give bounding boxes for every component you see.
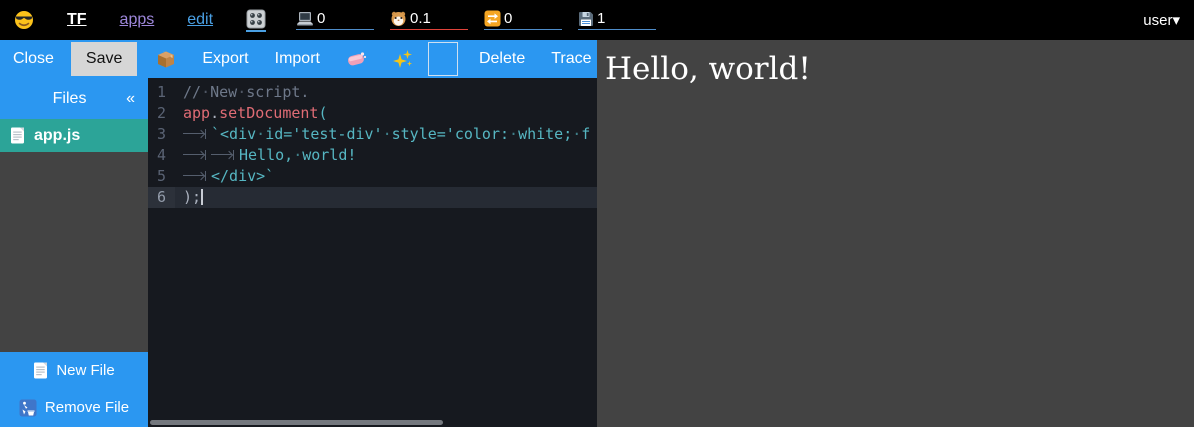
import-button[interactable]: Import <box>275 50 320 68</box>
loop-stat-field[interactable]: 0 <box>484 10 562 30</box>
game-die-icon[interactable] <box>246 9 266 32</box>
collapse-sidebar-button[interactable]: « <box>126 90 135 108</box>
trace-button[interactable]: Trace <box>551 50 591 68</box>
nav-link-apps[interactable]: apps <box>120 11 155 29</box>
tab-arrow-icon <box>183 126 207 139</box>
top-bar-left: TF apps edit <box>14 9 266 32</box>
empty-toolbar-button[interactable] <box>428 42 458 76</box>
new-file-label: New File <box>56 362 114 379</box>
line-number: 6 <box>148 187 175 208</box>
files-sidebar: Files « app.js <box>0 78 148 427</box>
delete-button[interactable]: Delete <box>479 50 525 68</box>
remove-file-label: Remove File <box>45 399 129 416</box>
soap-icon[interactable] <box>346 50 367 68</box>
code-lines: 1//·New·script.2app.setDocument(3`<div·i… <box>148 82 597 208</box>
cpu-stat-value: 0 <box>317 10 325 27</box>
code-line[interactable]: 3`<div·id='test-div'·style='color:·white… <box>148 124 597 145</box>
code-line[interactable]: 2app.setDocument( <box>148 103 597 124</box>
code-text: //·New·script. <box>175 82 309 103</box>
code-line[interactable]: 4Hello,·world! <box>148 145 597 166</box>
top-bar: TF apps edit 0 <box>0 0 1194 40</box>
files-header: Files « <box>0 78 148 119</box>
litter-bin-icon <box>19 399 37 417</box>
remove-file-button[interactable]: Remove File <box>0 389 148 426</box>
line-number: 3 <box>148 124 175 145</box>
line-number: 1 <box>148 82 175 103</box>
export-button[interactable]: Export <box>202 50 248 68</box>
code-text: Hello,·world! <box>175 145 356 166</box>
code-editor[interactable]: 1//·New·script.2app.setDocument(3`<div·i… <box>148 78 597 427</box>
nav-link-tf[interactable]: TF <box>67 11 87 29</box>
storage-stat-value: 1 <box>597 10 605 27</box>
code-line[interactable]: 5</div>` <box>148 166 597 187</box>
nav-link-edit[interactable]: edit <box>187 11 213 29</box>
top-bar-stats: 0 0.1 0 <box>296 10 656 30</box>
user-menu[interactable]: user▾ <box>1143 11 1180 29</box>
line-number: 2 <box>148 103 175 124</box>
save-button[interactable]: Save <box>71 42 137 76</box>
file-item-appjs[interactable]: app.js <box>0 119 148 152</box>
tab-arrow-icon <box>183 147 207 160</box>
line-number: 4 <box>148 145 175 166</box>
repeat-icon <box>484 10 501 27</box>
tab-arrow-icon <box>211 147 235 160</box>
hamster-icon <box>390 10 407 27</box>
new-file-button[interactable]: New File <box>0 352 148 389</box>
memory-stat-value: 0.1 <box>410 10 431 27</box>
line-number: 5 <box>148 166 175 187</box>
editor-toolbar: Close Save Export Import Delete Trace <box>0 40 597 78</box>
sunglasses-face-icon[interactable] <box>14 10 34 30</box>
new-file-page-icon <box>33 362 48 379</box>
code-text: `<div·id='test-div'·style='color:·white;… <box>175 124 590 145</box>
files-title: Files <box>13 90 126 108</box>
code-line[interactable]: 1//·New·script. <box>148 82 597 103</box>
preview-pane: Hello, world! <box>597 40 1194 427</box>
cpu-stat-field[interactable]: 0 <box>296 10 374 30</box>
sidebar-actions: New File Remove File <box>0 352 148 427</box>
document-page-icon <box>10 127 25 144</box>
code-text: ); <box>175 187 203 208</box>
code-line[interactable]: 6); <box>148 187 597 208</box>
floppy-disk-icon <box>578 11 594 27</box>
tab-arrow-icon <box>183 168 207 181</box>
file-name: app.js <box>34 127 80 145</box>
package-icon[interactable] <box>156 49 176 69</box>
laptop-icon <box>296 11 314 27</box>
loop-stat-value: 0 <box>504 10 512 27</box>
close-button[interactable]: Close <box>13 50 54 68</box>
code-text: app.setDocument( <box>175 103 328 124</box>
sparkles-icon[interactable] <box>393 49 413 69</box>
preview-text: Hello, world! <box>605 51 1186 87</box>
text-cursor <box>201 189 203 205</box>
horizontal-scrollbar[interactable] <box>150 420 443 425</box>
storage-stat-field[interactable]: 1 <box>578 10 656 30</box>
memory-stat-field[interactable]: 0.1 <box>390 10 468 30</box>
code-text: </div>` <box>175 166 274 187</box>
